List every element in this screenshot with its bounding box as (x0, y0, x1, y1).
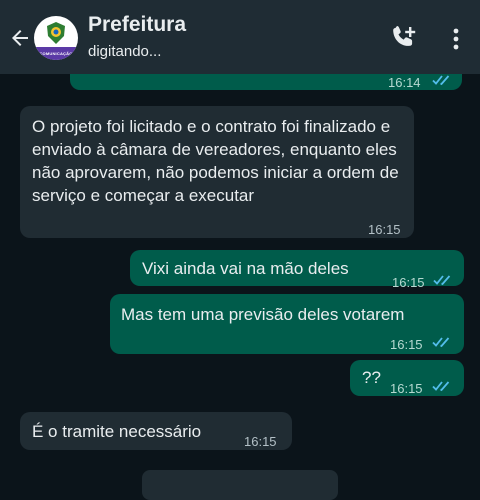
message-time: 16:15 (390, 337, 423, 352)
message-text: O projeto foi licitado e o contrato foi … (32, 117, 399, 205)
double-check-icon (432, 337, 450, 348)
message-text: É o tramite necessário (32, 422, 202, 441)
chat-header: COMUNICAÇÃO Prefeitura digitando... (0, 0, 480, 74)
back-arrow-icon[interactable] (8, 26, 32, 50)
message-incoming[interactable]: É o tramite necessário 16:15 (20, 412, 292, 450)
message-outgoing[interactable]: Vixi ainda vai na mão deles 16:15 (130, 250, 464, 290)
avatar-band: COMUNICAÇÃO (34, 47, 78, 60)
avatar-label: COMUNICAÇÃO (39, 51, 73, 56)
crest-icon (47, 22, 65, 44)
contact-name[interactable]: Prefeitura (88, 13, 186, 37)
message-text: ?? (362, 368, 381, 387)
add-call-icon[interactable] (390, 25, 418, 51)
message-outgoing[interactable]: ?? 16:15 (350, 360, 464, 396)
message-text: Vixi ainda vai na mão deles (142, 259, 349, 278)
message-time: 16:15 (244, 434, 277, 449)
message-time: 16:15 (390, 381, 423, 396)
message-incoming[interactable]: O projeto foi licitado e o contrato foi … (20, 106, 414, 238)
message-list[interactable]: nada 16:14 O projeto foi licitado e o co… (0, 54, 480, 500)
divider-pill (142, 470, 338, 500)
double-check-icon (433, 275, 451, 286)
message-time: 16:15 (392, 275, 425, 290)
avatar[interactable]: COMUNICAÇÃO (34, 16, 78, 60)
double-check-icon (432, 381, 450, 392)
double-check-icon (432, 75, 450, 86)
more-vertical-icon[interactable] (448, 27, 464, 51)
message-time: 16:15 (368, 222, 401, 237)
message-outgoing[interactable]: Mas tem uma previsão deles votarem 16:15 (110, 294, 464, 354)
message-text: Mas tem uma previsão deles votarem (121, 305, 405, 324)
typing-status: digitando... (88, 43, 162, 60)
